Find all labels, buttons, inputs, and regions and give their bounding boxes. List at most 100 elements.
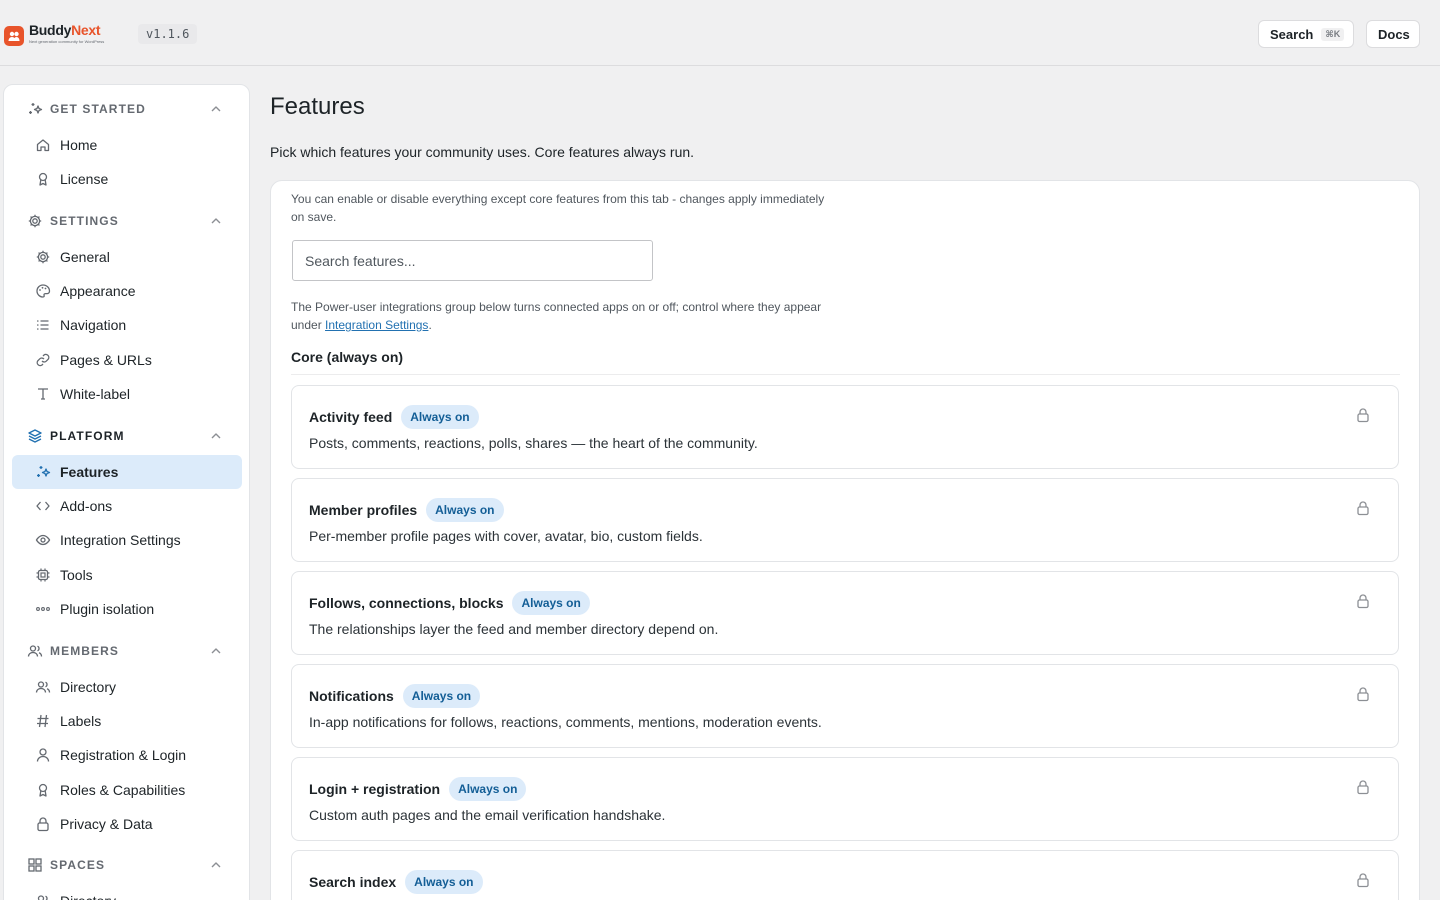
always-on-badge: Always on [401,405,479,429]
grid-icon [27,857,43,873]
sidebar-item-plugin-isolation[interactable]: Plugin isolation [12,592,242,626]
sidebar-item-integration-settings[interactable]: Integration Settings [12,523,242,557]
sidebar-item-license[interactable]: License [12,162,242,196]
top-bar: BuddyNext Next generation community for … [0,0,1440,66]
users-icon [35,679,51,695]
section-title: SPACES [50,858,106,872]
section-title: MEMBERS [50,644,120,658]
section-header-platform[interactable]: PLATFORM [4,424,249,448]
sidebar-item-label: Navigation [60,317,127,334]
feature-name: Login + registration [309,781,441,797]
sidebar-item-roles-and-capabilities[interactable]: Roles & Capabilities [12,773,242,807]
feature-name: Member profiles [309,502,418,518]
sidebar-item-label: Roles & Capabilities [60,781,186,798]
sidebar-item-directory[interactable]: Directory [12,884,242,900]
group-divider [291,374,1400,375]
sidebar-item-home[interactable]: Home [12,128,242,162]
list-icon [35,317,51,333]
lock-icon [35,816,51,832]
sidebar-item-navigation[interactable]: Navigation [12,308,242,342]
gear-icon [35,249,51,265]
sidebar-item-label: Appearance [60,283,136,300]
sidebar-item-label: Registration & Login [60,747,187,764]
docs-button[interactable]: Docs [1366,20,1420,48]
sidebar-item-registration-and-login[interactable]: Registration & Login [12,738,242,772]
section-title: GET STARTED [50,102,146,116]
section-header-get-started[interactable]: GET STARTED [4,97,249,121]
brand-mark-icon [4,26,24,46]
lock-icon [1355,500,1371,516]
layers-icon [27,428,43,444]
integration-settings-link[interactable]: Integration Settings [325,318,428,332]
feature-description: Custom auth pages and the email verifica… [309,807,666,823]
users-icon [27,643,43,659]
sidebar-item-directory[interactable]: Directory [12,670,242,704]
section-header-spaces[interactable]: SPACES [4,853,249,877]
feature-card-activity-feed: Activity feed Always on Posts, comments, r… [291,385,1399,469]
chevron-up-icon[interactable] [209,429,223,443]
section-header-settings[interactable]: SETTINGS [4,209,249,233]
sidebar-item-label: Features [60,464,119,480]
sidebar: GET STARTED Home License SETTINGS General App… [3,84,250,900]
core-group-title: Core (always on) [291,349,404,365]
search-features-input[interactable] [292,240,653,281]
feature-description: Posts, comments, reactions, polls, share… [309,435,758,451]
eye-icon [35,532,51,548]
feature-card-follows-connections-blocks: Follows, connections, blocks Always on The… [291,571,1399,655]
brand-tagline: Next generation community for WordPress [29,39,105,44]
page-subtitle: Pick which features your community uses.… [270,144,695,160]
feature-card-login-registration: Login + registration Always on Custom auth… [291,757,1399,841]
palette-icon [35,283,51,299]
search-button[interactable]: Search ⌘K [1258,20,1354,48]
always-on-badge: Always on [405,870,483,894]
sparkles-icon [35,464,51,480]
sidebar-item-privacy-and-data[interactable]: Privacy & Data [12,807,242,841]
brand-logo[interactable]: BuddyNext Next generation community for … [4,22,104,46]
sidebar-item-label: Labels [60,713,102,730]
brand-name-part1: Buddy [29,22,72,38]
always-on-badge: Always on [512,591,590,615]
sidebar-item-label: Privacy & Data [60,815,153,832]
version-badge: v1.1.6 [138,24,198,44]
cpu-icon [35,567,51,583]
brand-name-part2: Next [71,22,101,38]
sidebar-item-label: Integration Settings [60,532,181,549]
sidebar-item-add-ons[interactable]: Add-ons [12,489,242,523]
sidebar-item-label: Home [60,137,98,153]
feature-card-member-profiles: Member profiles Always on Per-member profi… [291,478,1399,562]
features-panel: You can enable or disable everything exc… [270,180,1420,900]
integration-note-suffix: . [428,318,432,332]
chevron-up-icon[interactable] [209,102,223,116]
dots-icon [35,601,51,617]
always-on-badge: Always on [426,498,504,522]
sidebar-item-features[interactable]: Features [12,455,242,489]
sidebar-item-white-label[interactable]: White-label [12,377,242,411]
sidebar-item-labels[interactable]: Labels [12,704,242,738]
feature-card-search-index: Search index Always on [291,850,1399,900]
chevron-up-icon[interactable] [209,644,223,658]
feature-description: In-app notifications for follows, reacti… [309,714,822,730]
sidebar-item-label: Plugin isolation [60,600,155,617]
feature-card-notifications: Notifications Always on In-app notificatio… [291,664,1399,748]
page-title: Features [270,93,365,120]
link-icon [35,352,51,368]
feature-description: Per-member profile pages with cover, ava… [309,528,703,544]
section-title: SETTINGS [50,214,119,228]
sidebar-item-label: General [60,249,110,265]
sidebar-item-pages-and-urls[interactable]: Pages & URLs [12,343,242,377]
chevron-up-icon[interactable] [209,858,223,872]
chevron-up-icon[interactable] [209,214,223,228]
section-header-members[interactable]: MEMBERS [4,639,249,663]
sidebar-item-general[interactable]: General [12,240,242,274]
sidebar-item-tools[interactable]: Tools [12,558,242,592]
lock-icon [1355,407,1371,423]
award-icon [35,171,51,187]
sparkles-icon [27,101,43,117]
sidebar-item-label: White-label [60,385,131,402]
code-icon [35,498,51,514]
users-icon [35,893,51,900]
feature-name: Notifications [309,688,394,704]
feature-name: Activity feed [309,409,393,425]
lock-icon [1355,593,1371,609]
sidebar-item-appearance[interactable]: Appearance [12,274,242,308]
